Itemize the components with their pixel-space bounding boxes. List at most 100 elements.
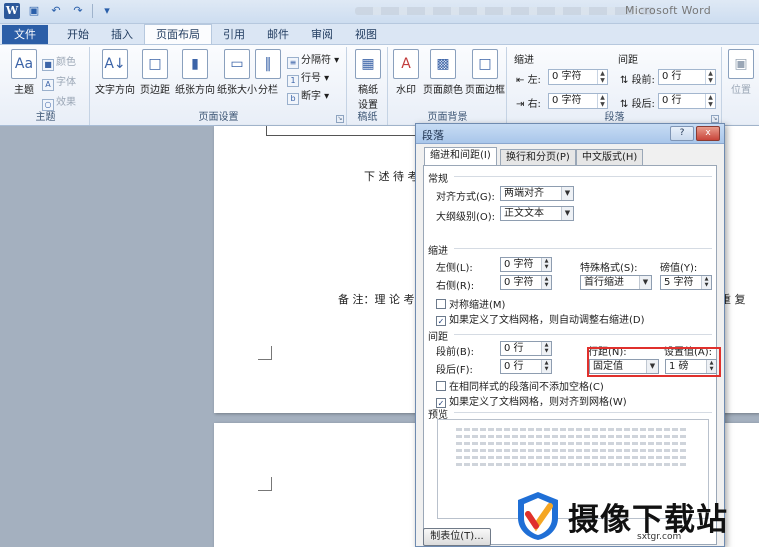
- tab-view[interactable]: 视图: [344, 25, 388, 44]
- position-button[interactable]: ▣ 位置: [723, 49, 759, 96]
- shield-logo-icon: [518, 492, 558, 540]
- margins-icon: □: [142, 49, 168, 79]
- paragraph-dialog: 段落 ? x 缩进和间距(I) 换行和分页(P) 中文版式(H) 常规 对齐方式…: [415, 123, 725, 547]
- spin-arrows-icon[interactable]: ▲ ▼: [541, 342, 551, 355]
- tab-mailings[interactable]: 邮件: [256, 25, 300, 44]
- group-draft: ▦ 稿纸 设置 稿纸: [348, 47, 388, 125]
- watermark-url: sxtgr.com: [637, 532, 682, 542]
- tabs-button[interactable]: 制表位(T)...: [423, 528, 491, 546]
- group-page-background: A 水印 ▩ 页面颜色 □ 页面边框 页面背景: [389, 47, 507, 125]
- paragraph-launcher[interactable]: ↘: [711, 115, 719, 123]
- page-setup-launcher[interactable]: ↘: [336, 115, 344, 123]
- page-color-icon: ▩: [430, 49, 456, 79]
- draft-icon: ▦: [355, 49, 381, 79]
- chevron-down-icon[interactable]: ▼: [561, 207, 573, 220]
- doc-text-line-1: 下 述 待 考: [364, 170, 419, 183]
- tab-line-page-breaks[interactable]: 换行和分页(P): [500, 149, 576, 165]
- dialog-title: 段落: [422, 129, 444, 142]
- line-numbers-button[interactable]: 1 行号 ▾: [287, 69, 329, 87]
- no-space-same-style-checkbox[interactable]: 在相同样式的段落间不添加空格(C): [436, 378, 604, 393]
- help-button[interactable]: ?: [670, 126, 694, 141]
- spin-arrows-icon[interactable]: ▲ ▼: [701, 276, 711, 289]
- text-direction-button[interactable]: A↓ 文字方向: [93, 49, 137, 96]
- table-fragment: [266, 126, 416, 136]
- customize-qat-icon[interactable]: ▾: [99, 3, 115, 19]
- watermark-button[interactable]: A 水印: [389, 49, 423, 96]
- tab-page-layout[interactable]: 页面布局: [144, 24, 212, 44]
- spin-arrows-icon[interactable]: ▲ ▼: [705, 70, 715, 84]
- close-button[interactable]: x: [696, 126, 720, 141]
- breaks-icon: ≡: [287, 57, 299, 69]
- mirror-indent-checkbox[interactable]: 对称缩进(M): [436, 296, 505, 311]
- theme-button[interactable]: Aa 主题: [4, 49, 44, 96]
- group-arrange: ▣ 位置: [723, 47, 759, 125]
- indent-left-spinner[interactable]: 0 字符 ▲ ▼: [500, 257, 552, 272]
- breaks-button[interactable]: ≡ 分隔符 ▾: [287, 51, 339, 69]
- chevron-down-icon[interactable]: ▼: [561, 187, 573, 200]
- spacing-after-spinner[interactable]: 0 行 ▲ ▼: [500, 359, 552, 374]
- group-theme: Aa 主题 ■ 颜色 A 字体 ○ 效果 主题: [2, 47, 90, 125]
- outline-level-label: 大纲级别(O):: [436, 212, 496, 223]
- theme-icon: Aa: [11, 49, 37, 79]
- line-numbers-icon: 1: [287, 75, 299, 87]
- spin-arrows-icon[interactable]: ▲ ▼: [597, 94, 607, 108]
- spacing-title: 间距: [618, 55, 638, 66]
- spacing-before-spinner[interactable]: 0 行 ▲ ▼: [500, 341, 552, 356]
- tab-insert[interactable]: 插入: [100, 25, 144, 44]
- site-watermark: 摄像下载站 sxtgr.com: [516, 488, 759, 547]
- undo-icon[interactable]: ↶: [48, 3, 64, 19]
- indent-title: 缩进: [514, 55, 534, 66]
- page-corner-mark: [258, 346, 272, 360]
- title-bar: W ▣ ↶ ↷ ▾ Microsoft Word: [0, 0, 759, 24]
- theme-colors-button[interactable]: ■ 颜色: [42, 53, 76, 71]
- alignment-select[interactable]: 两端对齐 ▼: [500, 186, 574, 201]
- indent-right-input[interactable]: 0 字符 ▲ ▼: [548, 93, 608, 109]
- group-page-background-label: 页面背景: [427, 112, 468, 123]
- spin-arrows-icon[interactable]: ▲ ▼: [541, 258, 551, 271]
- tab-references[interactable]: 引用: [212, 25, 256, 44]
- tab-home[interactable]: 开始: [56, 25, 100, 44]
- columns-button[interactable]: ‖ 分栏: [251, 49, 285, 96]
- orientation-button[interactable]: ▮ 纸张方向: [173, 49, 217, 96]
- spacing-before-input[interactable]: 0 行 ▲ ▼: [658, 69, 716, 85]
- spin-arrows-icon[interactable]: ▲ ▼: [541, 276, 551, 289]
- section-spacing-title: 间距: [428, 332, 448, 343]
- indent-by-spinner[interactable]: 5 字符 ▲ ▼: [660, 275, 712, 290]
- hyphenation-icon: b: [287, 93, 299, 105]
- snap-to-grid-checkbox[interactable]: ✓ 如果定义了文档网格，则对齐到网格(W): [436, 393, 627, 408]
- spin-arrows-icon[interactable]: ▲ ▼: [541, 360, 551, 373]
- spacing-after-input[interactable]: 0 行 ▲ ▼: [658, 93, 716, 109]
- tab-review[interactable]: 审阅: [300, 25, 344, 44]
- page-color-button[interactable]: ▩ 页面颜色: [421, 49, 465, 96]
- chevron-down-icon[interactable]: ▼: [639, 276, 651, 289]
- theme-fonts-button[interactable]: A 字体: [42, 73, 76, 91]
- tab-file[interactable]: 文件: [2, 25, 48, 44]
- quick-access-toolbar: W ▣ ↶ ↷ ▾: [4, 3, 115, 19]
- dialog-title-bar[interactable]: 段落 ? x: [416, 124, 724, 144]
- tab-indent-spacing[interactable]: 缩进和间距(I): [424, 147, 497, 165]
- margins-button[interactable]: □ 页边距: [135, 49, 175, 96]
- indent-by-label: 磅值(Y):: [660, 263, 698, 274]
- outline-level-select[interactable]: 正文文本 ▼: [500, 206, 574, 221]
- highlight-annotation-box: [587, 347, 721, 377]
- group-draft-label: 稿纸: [357, 112, 378, 123]
- page-borders-button[interactable]: □ 页面边框: [463, 49, 507, 96]
- spacing-before-icon: ⇅: [620, 75, 632, 86]
- group-page-setup-label: 页面设置: [198, 112, 239, 123]
- redo-icon[interactable]: ↷: [70, 3, 86, 19]
- save-icon[interactable]: ▣: [26, 3, 42, 19]
- indent-left-input[interactable]: 0 字符 ▲ ▼: [548, 69, 608, 85]
- watermark-icon: A: [393, 49, 419, 79]
- draft-settings-button[interactable]: ▦ 稿纸 设置: [348, 49, 388, 111]
- page-corner-mark: [258, 477, 272, 491]
- indent-right-spinner[interactable]: 0 字符 ▲ ▼: [500, 275, 552, 290]
- word-icon[interactable]: W: [4, 3, 20, 19]
- tab-asian-typography[interactable]: 中文版式(H): [576, 149, 644, 165]
- auto-right-indent-checkbox[interactable]: ✓ 如果定义了文档网格，则自动调整右缩进(D): [436, 311, 645, 326]
- spin-arrows-icon[interactable]: ▲ ▼: [597, 70, 607, 84]
- special-indent-select[interactable]: 首行缩进 ▼: [580, 275, 652, 290]
- hyphenation-button[interactable]: b 断字 ▾: [287, 87, 329, 105]
- spin-arrows-icon[interactable]: ▲ ▼: [705, 94, 715, 108]
- ribbon-tabs: 文件 开始 插入 页面布局 引用 邮件 审阅 视图: [0, 24, 759, 44]
- orientation-icon: ▮: [182, 49, 208, 79]
